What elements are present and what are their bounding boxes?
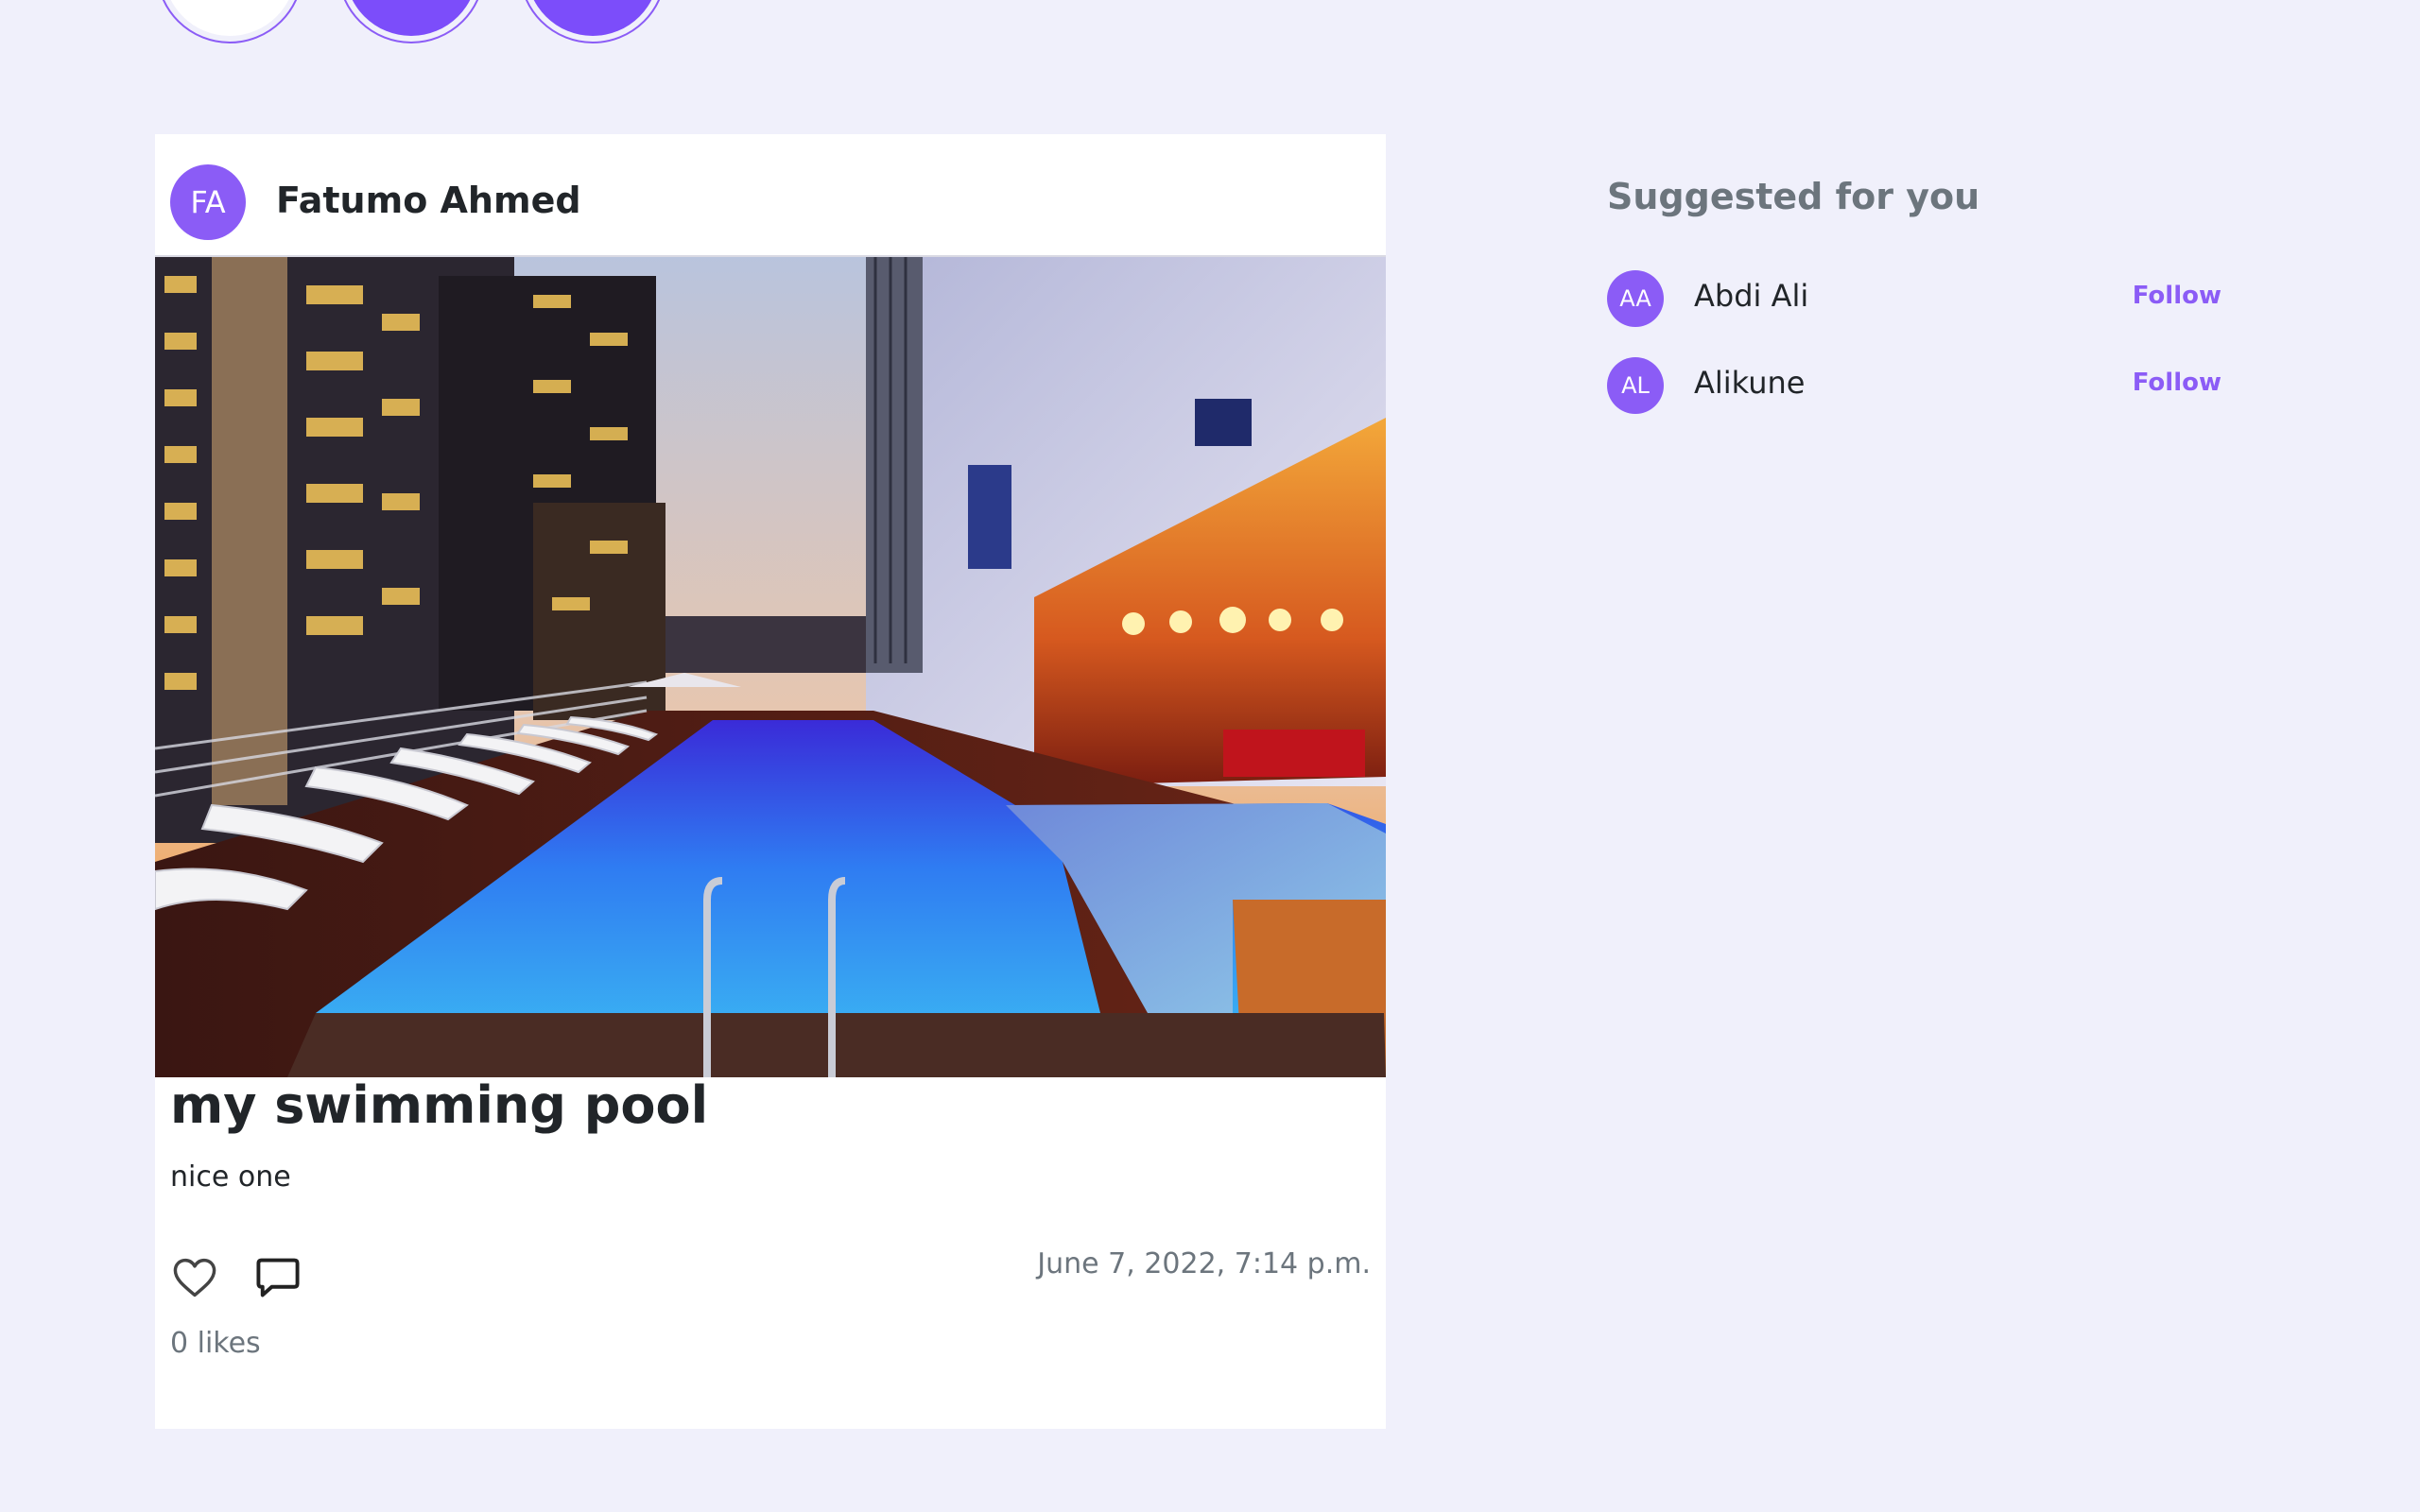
suggestions-panel: Suggested for you AA Abdi Ali Follow AL … (1607, 176, 2221, 414)
suggestion-name[interactable]: Alikune (1694, 365, 1805, 401)
story-avatar (527, 0, 659, 36)
follow-button[interactable]: Follow (2133, 369, 2221, 397)
suggestions-title: Suggested for you (1607, 176, 1980, 217)
suggestion-item: AA Abdi Ali Follow (1607, 270, 2221, 331)
heart-outline-icon[interactable] (170, 1253, 219, 1302)
post-timestamp: June 7, 2022, 7:14 p.m. (1037, 1247, 1371, 1280)
post-title: my swimming pool (170, 1075, 709, 1135)
follow-button[interactable]: Follow (2133, 282, 2221, 310)
speech-bubble-icon[interactable] (253, 1253, 302, 1302)
suggestion-name[interactable]: Abdi Ali (1694, 278, 1808, 314)
post-caption: nice one (170, 1160, 291, 1194)
story-avatar (164, 0, 296, 36)
author-initials: FA (190, 184, 226, 220)
post-card: FA Fatumo Ahmed my swimming pool nice on… (155, 134, 1386, 1429)
story-circle[interactable] (337, 0, 485, 43)
story-circle[interactable] (156, 0, 303, 43)
story-circle[interactable] (519, 0, 666, 43)
author-avatar[interactable]: FA (170, 164, 246, 240)
post-header: FA Fatumo Ahmed (155, 134, 1386, 257)
story-avatar (345, 0, 477, 36)
like-count: 0 likes (170, 1327, 261, 1360)
suggestion-initials: AA (1619, 285, 1651, 312)
suggestion-initials: AL (1621, 372, 1650, 399)
suggestion-avatar[interactable]: AA (1607, 270, 1664, 327)
suggestion-avatar[interactable]: AL (1607, 357, 1664, 414)
author-name[interactable]: Fatumo Ahmed (276, 180, 581, 221)
post-image (155, 257, 1386, 1077)
suggestion-item: AL Alikune Follow (1607, 357, 2221, 418)
